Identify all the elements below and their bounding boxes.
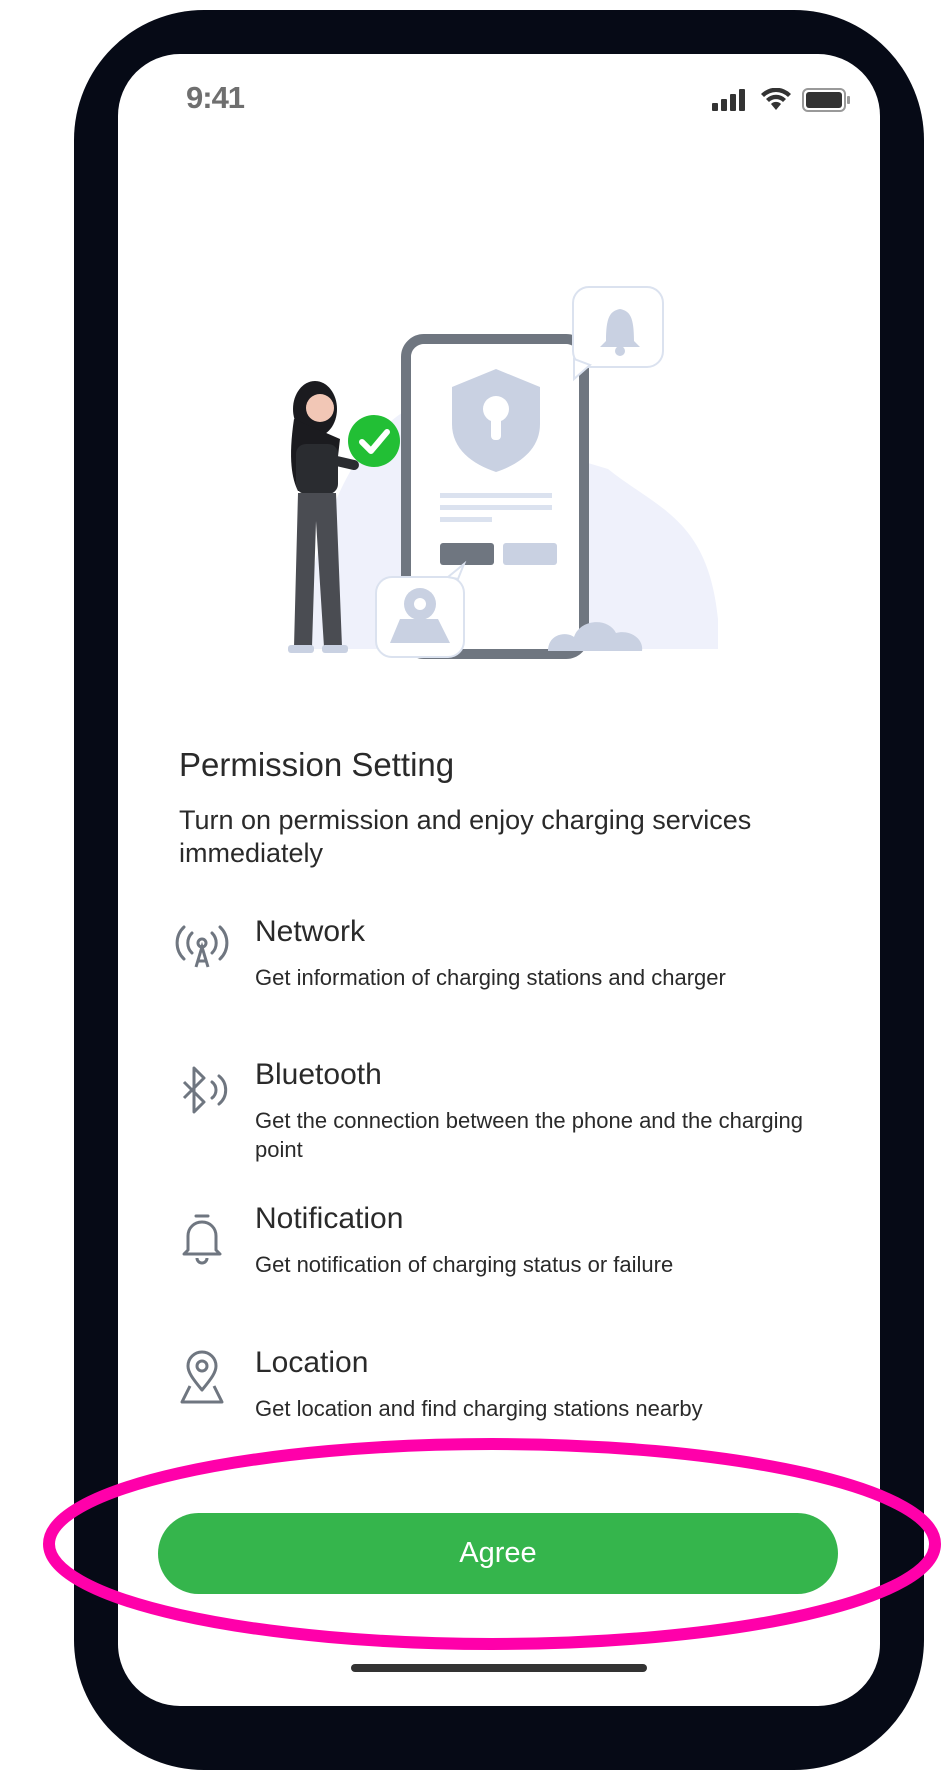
permission-illustration bbox=[288, 286, 718, 659]
location-pin-icon bbox=[180, 1350, 224, 1404]
wifi-icon bbox=[761, 88, 791, 110]
permission-description: Get location and find charging stations … bbox=[255, 1396, 703, 1421]
permission-title: Location bbox=[255, 1346, 369, 1379]
permission-description: Get information of charging stations and… bbox=[255, 965, 726, 990]
battery-icon bbox=[802, 88, 850, 112]
network-antenna-icon bbox=[175, 925, 229, 968]
home-indicator bbox=[351, 1664, 647, 1672]
status-time: 9:41 bbox=[186, 80, 245, 115]
permission-title: Notification bbox=[255, 1202, 404, 1235]
location-map-icon bbox=[375, 560, 467, 658]
permission-description: Get the connection between the phone and… bbox=[255, 1108, 803, 1162]
page-title: Permission Setting bbox=[179, 746, 455, 783]
bell-icon bbox=[182, 1214, 222, 1265]
permission-title: Network bbox=[255, 915, 366, 948]
agree-button[interactable]: Agree bbox=[158, 1513, 838, 1594]
checkmark-badge-icon bbox=[348, 415, 400, 467]
permission-description: Get notification of charging status or f… bbox=[255, 1252, 674, 1277]
cellular-signal-icon bbox=[712, 89, 745, 111]
bell-icon bbox=[572, 286, 664, 382]
page-subtitle: Turn on permission and enjoy charging se… bbox=[179, 805, 752, 868]
bluetooth-icon bbox=[182, 1066, 228, 1114]
permission-title: Bluetooth bbox=[255, 1058, 382, 1091]
status-icons bbox=[712, 88, 852, 112]
app-screen: 9:41 Permission Setting Turn on permissi… bbox=[118, 54, 880, 1706]
